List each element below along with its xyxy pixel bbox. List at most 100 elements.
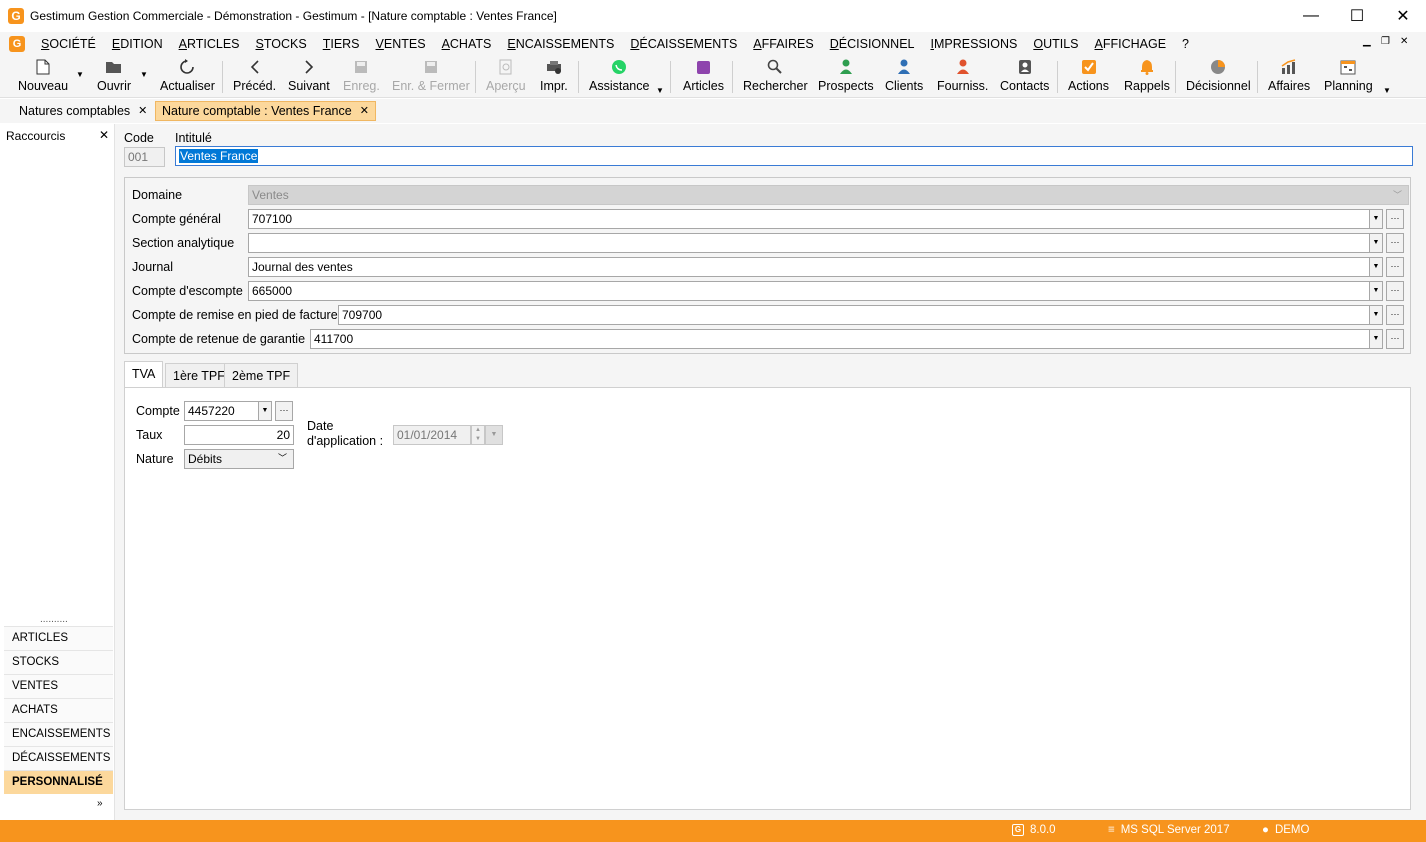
nouveau-dropdown-icon[interactable]: ▼ — [76, 70, 84, 79]
section-analytique-dropdown[interactable]: ▼ — [1369, 233, 1383, 253]
section-analytique-input[interactable] — [248, 233, 1370, 253]
rappels-button[interactable]: Rappels — [1124, 56, 1170, 98]
compte-remise-browse-button[interactable]: ··· — [1386, 305, 1404, 325]
taux-input[interactable]: 20 — [184, 425, 294, 445]
close-panel-icon[interactable]: ✕ — [99, 128, 109, 142]
shortcut-section-personnalise[interactable]: PERSONNALISÉ — [4, 770, 113, 794]
journal-browse-button[interactable]: ··· — [1386, 257, 1404, 277]
tab-1ere-tpf[interactable]: 1ère TPF — [165, 363, 233, 387]
planning-button[interactable]: Planning — [1324, 56, 1373, 98]
tab-2eme-tpf[interactable]: 2ème TPF — [224, 363, 299, 387]
affaires-button[interactable]: Affaires — [1268, 56, 1310, 98]
compte-retenue-dropdown[interactable]: ▼ — [1369, 329, 1383, 349]
journal-dropdown[interactable]: ▼ — [1369, 257, 1383, 277]
assistance-button[interactable]: Assistance — [589, 56, 649, 98]
date-spinner[interactable]: ▲ ▼ — [471, 425, 485, 445]
mdi-minimize-button[interactable]: ▁ — [1363, 36, 1371, 47]
toolbar-separator — [670, 61, 671, 93]
close-tab-icon[interactable]: ✕ — [138, 101, 147, 121]
suivant-button[interactable]: Suivant — [288, 56, 330, 98]
imprimer-button[interactable]: Impr. — [540, 56, 568, 98]
precedent-button[interactable]: Précéd. — [233, 56, 276, 98]
enregistrer-button[interactable]: Enreg. — [343, 56, 380, 98]
shortcuts-panel: Raccourcis ✕ .......... ARTICLES STOCKS … — [0, 124, 115, 820]
apercu-button[interactable]: Aperçu — [486, 56, 526, 98]
domaine-select[interactable]: Ventes — [248, 185, 1409, 205]
compte-general-browse-button[interactable]: ··· — [1386, 209, 1404, 229]
compte-retenue-browse-button[interactable]: ··· — [1386, 329, 1404, 349]
nouveau-button[interactable]: Nouveau — [18, 56, 68, 98]
menu-help[interactable]: ? — [1174, 32, 1197, 56]
compte-general-dropdown[interactable]: ▼ — [1369, 209, 1383, 229]
date-application-input[interactable]: 01/01/2014 — [393, 425, 471, 445]
tva-compte-input[interactable]: 4457220 — [184, 401, 259, 421]
menu-achats[interactable]: ACHATS — [434, 32, 500, 56]
maximize-button[interactable]: ☐ — [1334, 0, 1380, 32]
ouvrir-button[interactable]: Ouvrir — [97, 56, 131, 98]
shortcut-section-stocks[interactable]: STOCKS — [4, 650, 113, 674]
panel-resize-grip[interactable]: .......... — [40, 614, 68, 625]
toolbar-separator — [578, 61, 579, 93]
tva-compte-browse-button[interactable]: ··· — [275, 401, 293, 421]
menu-impressions[interactable]: IMPRESSIONS — [922, 32, 1025, 56]
shortcut-section-achats[interactable]: ACHATS — [4, 698, 113, 722]
fournisseurs-button[interactable]: Fourniss. — [937, 56, 988, 98]
shortcut-section-encaissements[interactable]: ENCAISSEMENTS — [4, 722, 113, 746]
planning-label: Planning — [1324, 79, 1373, 93]
menu-outils[interactable]: OUTILS — [1025, 32, 1086, 56]
user-icon: ● — [1262, 824, 1269, 836]
mdi-restore-button[interactable]: ❐ — [1381, 36, 1390, 47]
prospects-button[interactable]: Prospects — [818, 56, 874, 98]
shortcut-section-decaissements[interactable]: DÉCAISSEMENTS — [4, 746, 113, 770]
toolbar-overflow-icon[interactable]: ▼ — [1383, 86, 1391, 95]
actualiser-button[interactable]: Actualiser — [160, 56, 215, 98]
rechercher-button[interactable]: Rechercher — [743, 56, 808, 98]
user-status: ● DEMO — [1262, 824, 1309, 836]
articles-button[interactable]: Articles — [683, 56, 724, 98]
tva-compte-dropdown[interactable]: ▼ — [258, 401, 272, 421]
close-button[interactable]: ✕ — [1380, 0, 1426, 32]
menu-decisionnel[interactable]: DÉCISIONNEL — [822, 32, 923, 56]
menu-societe[interactable]: SOCIÉTÉ — [33, 32, 104, 56]
intitule-input[interactable]: Ventes France — [175, 146, 1413, 166]
menu-decaissements[interactable]: DÉCAISSEMENTS — [622, 32, 745, 56]
doc-tab-nature-comptable[interactable]: Nature comptable : Ventes France ✕ — [155, 101, 376, 121]
menu-affichage[interactable]: AFFICHAGE — [1087, 32, 1175, 56]
section-analytique-browse-button[interactable]: ··· — [1386, 233, 1404, 253]
compte-escompte-browse-button[interactable]: ··· — [1386, 281, 1404, 301]
menu-edition[interactable]: EDITION — [104, 32, 171, 56]
code-field[interactable]: 001 — [124, 147, 165, 167]
intitule-label: Intitulé — [175, 131, 212, 145]
clients-button[interactable]: Clients — [885, 56, 923, 98]
shortcut-section-ventes[interactable]: VENTES — [4, 674, 113, 698]
more-sections-icon[interactable]: » — [97, 798, 103, 809]
shortcut-section-articles[interactable]: ARTICLES — [4, 626, 113, 650]
mdi-close-button[interactable]: ✕ — [1400, 36, 1408, 47]
menu-stocks[interactable]: STOCKS — [248, 32, 315, 56]
contacts-button[interactable]: Contacts — [1000, 56, 1049, 98]
compte-remise-input[interactable]: 709700 — [338, 305, 1370, 325]
menu-affaires[interactable]: AFFAIRES — [745, 32, 821, 56]
compte-remise-dropdown[interactable]: ▼ — [1369, 305, 1383, 325]
compte-general-input[interactable]: 707100 — [248, 209, 1370, 229]
enregistrer-fermer-button[interactable]: Enr. & Fermer — [392, 56, 470, 98]
journal-input[interactable]: Journal des ventes — [248, 257, 1370, 277]
decisionnel-button[interactable]: Décisionnel — [1186, 56, 1251, 98]
doc-tab-natures-comptables[interactable]: Natures comptables ✕ — [13, 101, 153, 121]
app-menu-logo-icon[interactable]: G — [9, 36, 25, 52]
compte-retenue-input[interactable]: 411700 — [310, 329, 1370, 349]
search-icon — [767, 56, 783, 78]
close-tab-icon[interactable]: ✕ — [360, 101, 369, 121]
menu-articles[interactable]: ARTICLES — [171, 32, 248, 56]
compte-escompte-dropdown[interactable]: ▼ — [1369, 281, 1383, 301]
tab-tva[interactable]: TVA — [124, 361, 164, 388]
minimize-button[interactable]: — — [1288, 0, 1334, 32]
ouvrir-dropdown-icon[interactable]: ▼ — [140, 70, 148, 79]
menu-ventes[interactable]: VENTES — [368, 32, 434, 56]
menu-encaissements[interactable]: ENCAISSEMENTS — [499, 32, 622, 56]
assistance-overflow-icon[interactable]: ▼ — [656, 86, 664, 95]
date-calendar-dropdown[interactable]: ▼ — [485, 425, 503, 445]
actions-button[interactable]: Actions — [1068, 56, 1109, 98]
compte-escompte-input[interactable]: 665000 — [248, 281, 1370, 301]
menu-tiers[interactable]: TIERS — [315, 32, 368, 56]
